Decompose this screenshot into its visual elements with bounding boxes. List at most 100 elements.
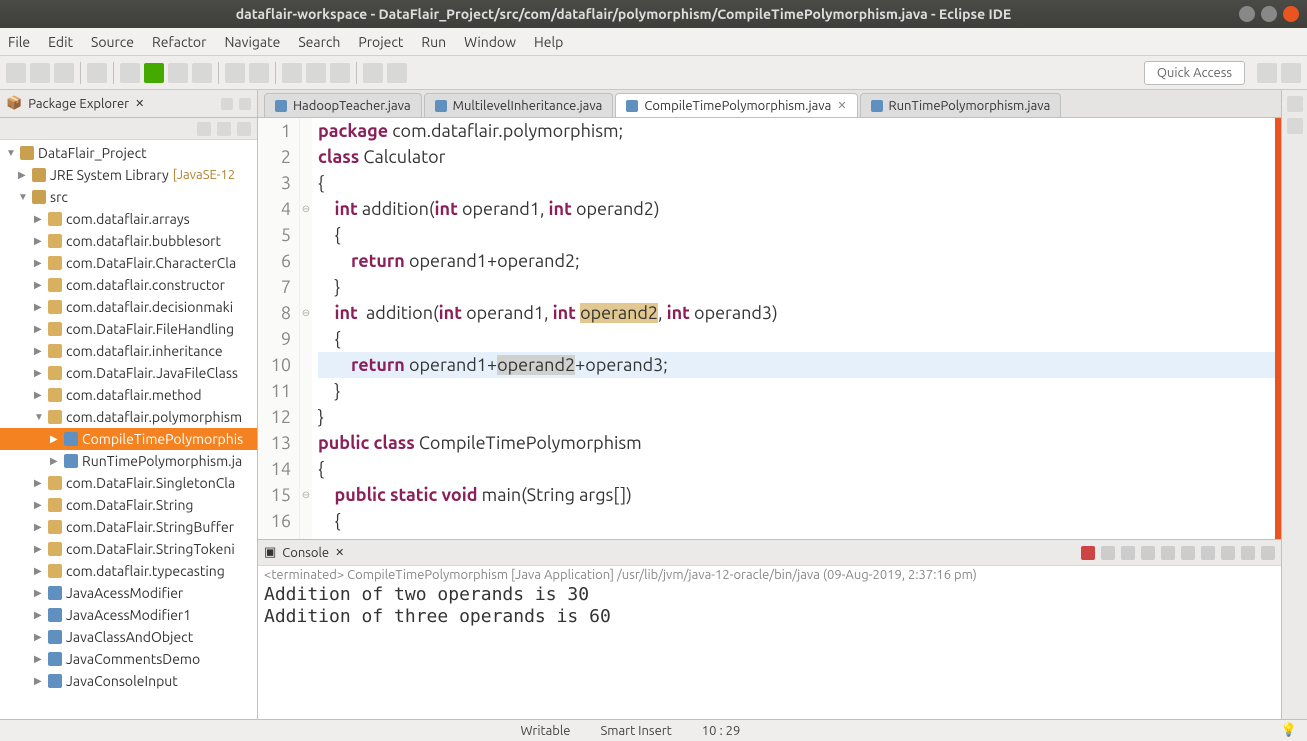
nav-back-icon[interactable] — [363, 63, 383, 83]
package-explorer-tree[interactable]: DataFlair_Project JRE System Library [Ja… — [0, 140, 257, 719]
package-node[interactable]: com.DataFlair.FileHandling — [0, 318, 257, 340]
editor-tab-multilevel[interactable]: MultilevelInheritance.java — [424, 93, 614, 117]
debug-icon[interactable] — [120, 63, 140, 83]
window-title: dataflair-workspace - DataFlair_Project/… — [8, 6, 1239, 22]
console-title: Console — [282, 546, 329, 560]
minimize-icon[interactable] — [1239, 6, 1255, 22]
new-class-icon[interactable] — [249, 63, 269, 83]
scroll-lock-icon[interactable] — [1161, 546, 1175, 560]
build-icon[interactable] — [87, 63, 107, 83]
view-menu-icon[interactable] — [237, 122, 251, 136]
minimize-view-icon[interactable] — [1241, 546, 1255, 560]
class-node[interactable]: JavaCommentsDemo — [0, 648, 257, 670]
menu-project[interactable]: Project — [358, 34, 403, 50]
class-node[interactable]: JavaAcessModifier — [0, 582, 257, 604]
editor-tab-hadoop[interactable]: HadoopTeacher.java — [264, 93, 422, 117]
package-node[interactable]: com.DataFlair.JavaFileClass — [0, 362, 257, 384]
status-writable: Writable — [521, 724, 571, 738]
package-node[interactable]: com.dataflair.constructor — [0, 274, 257, 296]
code-content[interactable]: package com.dataflair.polymorphism; clas… — [312, 118, 1275, 539]
package-node[interactable]: com.dataflair.inheritance — [0, 340, 257, 362]
package-node[interactable]: com.dataflair.arrays — [0, 208, 257, 230]
menu-refactor[interactable]: Refactor — [152, 34, 206, 50]
clear-console-icon[interactable] — [1141, 546, 1155, 560]
save-icon[interactable] — [30, 63, 50, 83]
menu-file[interactable]: File — [8, 34, 30, 50]
perspective-java-icon[interactable] — [1281, 63, 1301, 83]
display-console-icon[interactable] — [1201, 546, 1215, 560]
menu-search[interactable]: Search — [298, 34, 340, 50]
java-file-icon — [626, 100, 638, 112]
view-close-icon[interactable]: ✕ — [135, 97, 144, 110]
package-node[interactable]: com.DataFlair.SingletonCla — [0, 472, 257, 494]
src-node[interactable]: src — [0, 186, 257, 208]
perspective-open-icon[interactable] — [1257, 63, 1277, 83]
class-node[interactable]: JavaAcessModifier1 — [0, 604, 257, 626]
tip-icon[interactable]: 💡 — [1281, 723, 1297, 738]
jre-node[interactable]: JRE System Library [JavaSE-12 — [0, 164, 257, 186]
nav-fwd-icon[interactable] — [387, 63, 407, 83]
view-close-icon[interactable]: ✕ — [335, 546, 344, 559]
maximize-view-icon[interactable] — [239, 98, 251, 110]
menu-run[interactable]: Run — [421, 34, 446, 50]
package-node[interactable]: com.dataflair.method — [0, 384, 257, 406]
save-all-icon[interactable] — [54, 63, 74, 83]
editor-tab-runtime[interactable]: RunTimePolymorphism.java — [860, 93, 1062, 117]
new-package-icon[interactable] — [225, 63, 245, 83]
task-icon[interactable] — [330, 63, 350, 83]
remove-all-icon[interactable] — [1121, 546, 1135, 560]
ext-tools-icon[interactable] — [192, 63, 212, 83]
outline-view-icon[interactable] — [1287, 96, 1303, 112]
menu-window[interactable]: Window — [464, 34, 516, 50]
main-area: 📦 Package Explorer ✕ DataFlair_Project J… — [0, 90, 1307, 719]
java-file-icon — [275, 100, 287, 112]
open-type-icon[interactable] — [282, 63, 302, 83]
pin-console-icon[interactable] — [1181, 546, 1195, 560]
right-trim — [1281, 90, 1307, 719]
maximize-icon[interactable] — [1261, 6, 1277, 22]
collapse-all-icon[interactable] — [197, 122, 211, 136]
folding-gutter[interactable]: ⊖ ⊖ ⊖ — [300, 118, 312, 539]
coverage-icon[interactable] — [168, 63, 188, 83]
menu-help[interactable]: Help — [534, 34, 563, 50]
package-polymorphism-node[interactable]: com.dataflair.polymorphism — [0, 406, 257, 428]
package-node[interactable]: com.dataflair.typecasting — [0, 560, 257, 582]
class-node[interactable]: JavaClassAndObject — [0, 626, 257, 648]
menu-edit[interactable]: Edit — [48, 34, 73, 50]
open-console-icon[interactable] — [1221, 546, 1235, 560]
menu-source[interactable]: Source — [91, 34, 134, 50]
package-node[interactable]: com.dataflair.bubblesort — [0, 230, 257, 252]
close-icon[interactable] — [1283, 6, 1299, 22]
search-icon[interactable] — [306, 63, 326, 83]
project-node[interactable]: DataFlair_Project — [0, 142, 257, 164]
run-icon[interactable] — [144, 63, 164, 83]
editor-area: HadoopTeacher.java MultilevelInheritance… — [258, 90, 1281, 719]
remove-launch-icon[interactable] — [1101, 546, 1115, 560]
code-editor[interactable]: 12345678910111213141516 ⊖ ⊖ ⊖ package co… — [258, 118, 1281, 539]
task-list-icon[interactable] — [1287, 118, 1303, 134]
tab-close-icon[interactable]: ✕ — [837, 99, 846, 112]
window-titlebar: dataflair-workspace - DataFlair_Project/… — [0, 0, 1307, 28]
package-node[interactable]: com.DataFlair.StringBuffer — [0, 516, 257, 538]
console-process-info: <terminated> CompileTimePolymorphism [Ja… — [258, 566, 1281, 584]
package-explorer-title: Package Explorer — [28, 97, 129, 111]
terminate-icon[interactable] — [1081, 546, 1095, 560]
class-node[interactable]: JavaConsoleInput — [0, 670, 257, 692]
status-bar: Writable Smart Insert 10 : 29 💡 — [0, 719, 1307, 741]
package-node[interactable]: com.DataFlair.StringTokeni — [0, 538, 257, 560]
maximize-view-icon[interactable] — [1261, 546, 1275, 560]
quick-access-input[interactable]: Quick Access — [1144, 61, 1245, 85]
editor-tab-compiletime[interactable]: CompileTimePolymorphism.java✕ — [615, 93, 857, 117]
package-node[interactable]: com.dataflair.decisionmaki — [0, 296, 257, 318]
perspective-switcher — [1257, 63, 1301, 83]
main-toolbar: Quick Access — [0, 56, 1307, 90]
package-node[interactable]: com.DataFlair.String — [0, 494, 257, 516]
file-compiletime-node[interactable]: CompileTimePolymorphis — [0, 428, 257, 450]
link-editor-icon[interactable] — [217, 122, 231, 136]
new-icon[interactable] — [6, 63, 26, 83]
menu-navigate[interactable]: Navigate — [224, 34, 280, 50]
file-runtime-node[interactable]: RunTimePolymorphism.ja — [0, 450, 257, 472]
package-node[interactable]: com.DataFlair.CharacterCla — [0, 252, 257, 274]
minimize-view-icon[interactable] — [221, 98, 233, 110]
console-output[interactable]: Addition of two operands is 30 Addition … — [258, 584, 1281, 719]
